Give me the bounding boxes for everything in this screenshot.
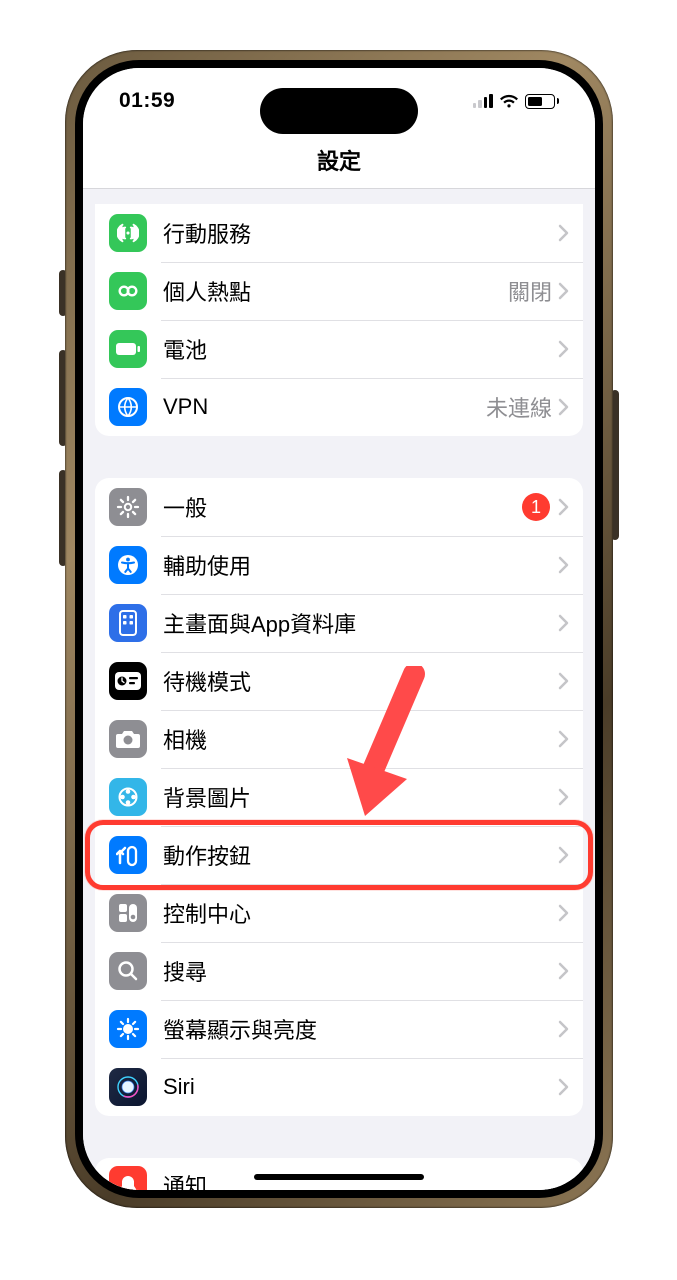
row-vpn[interactable]: VPN 未連線 [95,378,583,436]
settings-group-connectivity: 行動服務 個人熱點 關閉 電池 [95,204,583,436]
cellular-icon [109,214,147,252]
accessibility-icon [109,546,147,584]
screen: 01:59 設定 [83,68,595,1190]
chevron-right-icon [558,672,569,690]
row-search[interactable]: 搜尋 [95,942,583,1000]
wifi-icon [499,94,519,109]
wallpaper-icon [109,778,147,816]
row-label: 輔助使用 [163,549,558,581]
row-label: 主畫面與App資料庫 [163,607,558,639]
chevron-right-icon [558,846,569,864]
row-general[interactable]: 一般 1 [95,478,583,536]
vpn-icon [109,388,147,426]
general-icon [109,488,147,526]
display-icon [109,1010,147,1048]
chevron-right-icon [558,730,569,748]
row-label: 搜尋 [163,955,558,987]
notifications-icon [109,1166,147,1190]
chevron-right-icon [558,340,569,358]
siri-icon [109,1068,147,1106]
standby-icon [109,662,147,700]
row-display[interactable]: 螢幕顯示與亮度 [95,1000,583,1058]
row-standby[interactable]: 待機模式 [95,652,583,710]
row-label: 待機模式 [163,665,558,697]
row-label: Siri [163,1074,558,1100]
cellular-signal-icon [473,94,493,108]
row-camera[interactable]: 相機 [95,710,583,768]
row-label: 個人熱點 [163,275,508,307]
hotspot-icon [109,272,147,310]
home-indicator [254,1174,424,1180]
chevron-right-icon [558,224,569,242]
row-label: VPN [163,394,486,420]
phone-frame: 01:59 設定 [65,50,613,1208]
battery-indicator-icon [525,94,560,109]
row-control-center[interactable]: 控制中心 [95,884,583,942]
row-label: 背景圖片 [163,781,558,813]
chevron-right-icon [558,498,569,516]
camera-icon [109,720,147,758]
search-icon [109,952,147,990]
phone-bezel: 01:59 設定 [75,60,603,1198]
row-value: 未連線 [486,391,552,423]
status-time: 01:59 [119,89,175,113]
row-hotspot[interactable]: 個人熱點 關閉 [95,262,583,320]
chevron-right-icon [558,556,569,574]
row-action-button[interactable]: 動作按鈕 [95,826,583,884]
row-value: 關閉 [508,275,552,307]
status-icons [473,94,560,109]
row-label: 螢幕顯示與亮度 [163,1013,558,1045]
action-button-icon [109,836,147,874]
row-label: 電池 [163,333,558,365]
chevron-right-icon [558,282,569,300]
settings-group-system: 一般 1 輔助使用 主畫面與App資料庫 [95,478,583,1116]
chevron-right-icon [558,1020,569,1038]
chevron-right-icon [558,614,569,632]
battery-icon [109,330,147,368]
row-label: 一般 [163,491,522,523]
dynamic-island [260,88,418,134]
chevron-right-icon [558,904,569,922]
row-wallpaper[interactable]: 背景圖片 [95,768,583,826]
row-cellular[interactable]: 行動服務 [95,204,583,262]
chevron-right-icon [558,1078,569,1096]
page-title: 設定 [83,144,595,176]
chevron-right-icon [558,962,569,980]
row-siri[interactable]: Siri [95,1058,583,1116]
row-homescreen[interactable]: 主畫面與App資料庫 [95,594,583,652]
row-label: 相機 [163,723,558,755]
homescreen-icon [109,604,147,642]
row-label: 控制中心 [163,897,558,929]
row-battery[interactable]: 電池 [95,320,583,378]
control-center-icon [109,894,147,932]
row-label: 動作按鈕 [163,839,558,871]
chevron-right-icon [558,398,569,416]
settings-list[interactable]: 行動服務 個人熱點 關閉 電池 [83,204,595,1190]
notification-badge: 1 [522,493,550,521]
row-label: 行動服務 [163,217,558,249]
chevron-right-icon [558,788,569,806]
row-accessibility[interactable]: 輔助使用 [95,536,583,594]
